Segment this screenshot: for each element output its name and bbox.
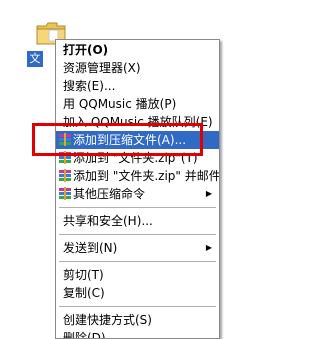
menu-item-add-to-zip-and-email[interactable]: 添加到 "文件夹.zip" 并邮件 xyxy=(56,167,219,185)
menu-item-search[interactable]: 搜索(E)... xyxy=(56,77,219,95)
annotation-highlight-box xyxy=(32,123,203,156)
menu-item-other-compress[interactable]: 其他压缩命令 ▶ xyxy=(56,185,219,203)
menu-separator xyxy=(59,234,216,235)
menu-item-label: 发送到(N) xyxy=(63,241,118,255)
context-menu: 打开(O) 资源管理器(X) 搜索(E)... 用 QQMusic 播放(P) … xyxy=(55,39,220,339)
menu-item-open[interactable]: 打开(O) xyxy=(56,41,219,59)
menu-item-explorer[interactable]: 资源管理器(X) xyxy=(56,59,219,77)
menu-item-qqmusic-play[interactable]: 用 QQMusic 播放(P) xyxy=(56,95,219,113)
menu-item-label: 添加到 "文件夹.zip" 并邮件 xyxy=(73,169,220,183)
submenu-arrow-icon: ▶ xyxy=(205,243,212,252)
menu-item-label: 其他压缩命令 xyxy=(73,187,146,201)
folder-label[interactable]: 文 xyxy=(27,51,43,67)
menu-item-copy[interactable]: 复制(C) xyxy=(56,284,219,302)
menu-separator xyxy=(59,261,216,262)
menu-item-cut[interactable]: 剪切(T) xyxy=(56,266,219,284)
menu-item-delete[interactable]: 删除(D) xyxy=(56,329,219,338)
submenu-arrow-icon: ▶ xyxy=(205,189,212,198)
winrar-archive-icon xyxy=(58,169,72,182)
menu-separator xyxy=(59,207,216,208)
menu-item-sharing-security[interactable]: 共享和安全(H)... xyxy=(56,212,219,230)
menu-item-send-to[interactable]: 发送到(N) ▶ xyxy=(56,239,219,257)
menu-separator xyxy=(59,306,216,307)
menu-item-create-shortcut[interactable]: 创建快捷方式(S) xyxy=(56,311,219,329)
winrar-archive-icon xyxy=(58,187,72,200)
